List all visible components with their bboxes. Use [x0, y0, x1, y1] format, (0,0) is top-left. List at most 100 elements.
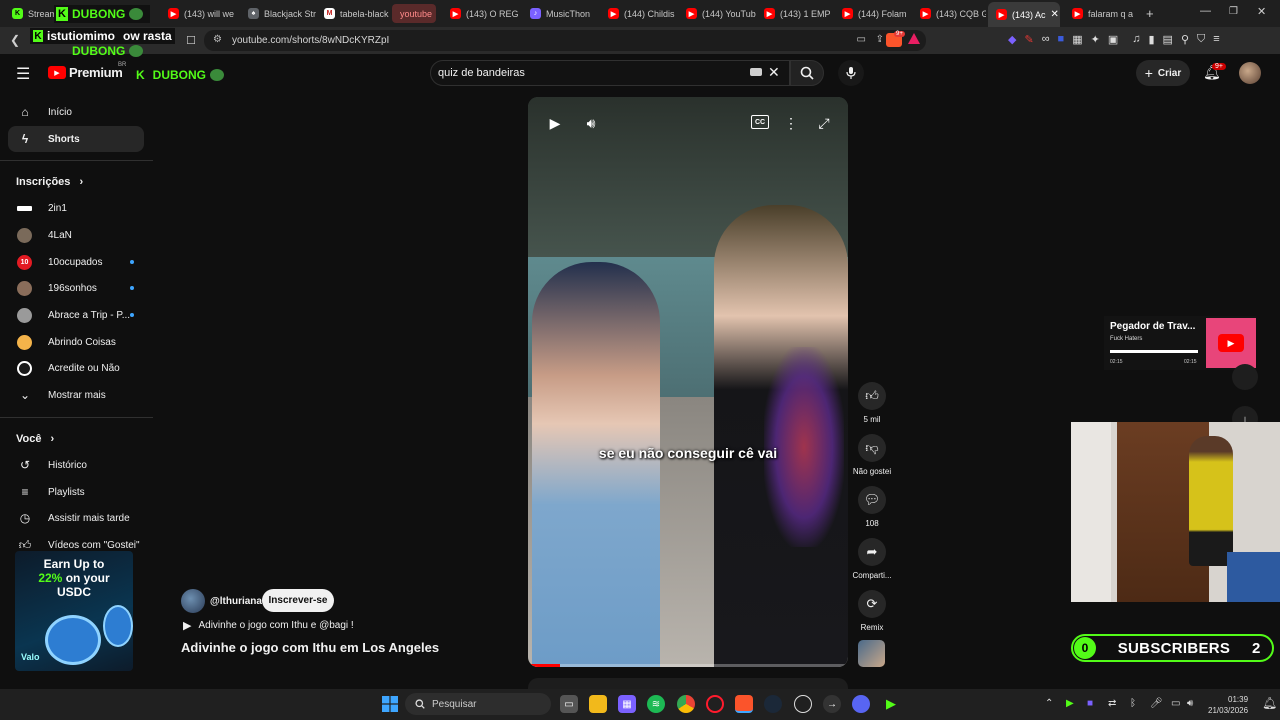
screenshot-icon[interactable]: ▣ — [1108, 33, 1118, 46]
short-title[interactable]: Adivinhe o jogo com Ithu em Los Angeles — [181, 640, 439, 655]
taskbar-search[interactable]: Pesquisar — [405, 693, 551, 715]
dislike-button[interactable]: 👎︎ Não gostei — [852, 434, 892, 476]
show-more-button[interactable]: ⌄ Mostrar mais — [8, 382, 144, 408]
tab-1-emp[interactable]: ▶ (143) 1 EMP — [756, 0, 834, 27]
ext-purple-icon[interactable]: ◆ — [1008, 33, 1016, 46]
brave-icon[interactable] — [735, 695, 753, 713]
wallet-icon[interactable]: ▤ — [1163, 33, 1173, 46]
create-button[interactable]: + Criar — [1136, 60, 1190, 86]
tab-childis[interactable]: ▶ (144) Childis — [600, 0, 678, 27]
play-icon[interactable]: ▶ — [546, 114, 564, 132]
menu-icon[interactable]: ≡ — [1213, 33, 1219, 46]
tab-cqb[interactable]: ▶ (143) CQB G — [912, 0, 986, 27]
sidebar-item-acredite-ou-nao[interactable]: Acredite ou Não — [8, 355, 144, 381]
tray-arrows-icon[interactable]: ⇄ — [1108, 698, 1116, 709]
share-page-icon[interactable]: ⇪ — [876, 34, 884, 45]
account-avatar[interactable] — [1239, 62, 1261, 84]
tray-kick-icon[interactable]: ▶ — [1066, 698, 1074, 709]
address-bar[interactable]: ⚙ youtube.com/shorts/8wNDcKYRZpI ▭ ⇪ ☆ — [204, 30, 926, 51]
volume-tray-icon[interactable]: 🔊︎ — [1187, 698, 1193, 709]
playlist-link[interactable]: ▶ Adivinhe o jogo com Ithu e @bagi ! — [183, 619, 354, 632]
tab-active-shorts[interactable]: ▶ (143) Ac ✕ — [988, 2, 1060, 27]
tab-falaram[interactable]: ▶ falaram q a — [1064, 0, 1142, 27]
tab-folam[interactable]: ▶ (144) Folam — [834, 0, 912, 27]
spotify-icon[interactable]: ≋ — [647, 695, 665, 713]
cast-icon[interactable]: ▭ — [857, 34, 866, 45]
you-header[interactable]: Você › — [16, 433, 54, 445]
hamburger-menu-icon[interactable]: ☰ — [16, 64, 30, 84]
tray-mic-icon[interactable]: 🎤︎ — [1150, 698, 1163, 709]
sidebar-item-abrindo-coisas[interactable]: Abrindo Coisas — [8, 329, 144, 355]
back-icon[interactable]: ❮ — [8, 32, 22, 48]
bookmark-icon[interactable]: ☐ — [184, 32, 198, 48]
share-button[interactable]: ➦ Comparti... — [852, 538, 892, 580]
sidebar-toggle-icon[interactable]: ▮ — [1148, 33, 1154, 46]
video-progress-track[interactable] — [528, 664, 848, 667]
search-input[interactable] — [438, 63, 738, 83]
sidebar-item-2in1[interactable]: 2in1 — [8, 195, 144, 221]
captions-icon[interactable]: CC — [751, 115, 769, 129]
channel-name[interactable]: @lthuriana — [210, 596, 262, 607]
sidebar-item-history[interactable]: ↺ Histórico — [8, 452, 144, 478]
tray-app-icon[interactable]: ■ — [1087, 698, 1093, 709]
close-tab-icon[interactable]: ✕ — [1051, 9, 1059, 20]
ext-blue-icon[interactable]: ■ — [1058, 33, 1065, 46]
tab-o-reg[interactable]: ▶ (143) O REG — [442, 0, 520, 27]
tab-musicthon[interactable]: ♪ MusicThon — [522, 0, 600, 27]
shield-icon[interactable]: ⛉ — [1197, 33, 1205, 46]
close-window-icon[interactable]: ✕ — [1257, 5, 1266, 18]
sidebar-item-abrace-a-trip[interactable]: Abrace a Trip - P... — [8, 302, 144, 328]
youtube-logo[interactable]: ▶ Premium BR — [48, 62, 126, 80]
windows-start-icon[interactable] — [381, 695, 399, 713]
site-info-icon[interactable]: ⚙ — [213, 34, 222, 45]
clear-search-icon[interactable]: ✕ — [768, 64, 780, 81]
more-options-icon[interactable]: ⋮ — [784, 114, 798, 132]
tab-group-youtube[interactable]: youtube — [392, 4, 436, 23]
subscriptions-header[interactable]: Inscrições › — [16, 176, 83, 188]
like-button[interactable]: 👍︎ 5 mil — [852, 382, 892, 424]
obs-icon[interactable] — [794, 695, 812, 713]
steam-icon[interactable] — [764, 695, 782, 713]
sidebar-item-home[interactable]: ⌂ Início — [8, 99, 144, 125]
notification-center-icon[interactable]: 🔔︎ — [1262, 696, 1277, 710]
discord-icon[interactable] — [852, 695, 870, 713]
shorts-video-player[interactable]: se eu não conseguir cê vai — [528, 97, 848, 667]
chrome-icon[interactable] — [677, 695, 695, 713]
network-icon[interactable]: ▭ — [1171, 698, 1180, 709]
comments-button[interactable]: 💬︎ 108 — [852, 486, 892, 528]
sidebar-item-playlists[interactable]: ≡ Playlists — [8, 479, 144, 505]
kick-app-icon[interactable]: ▶ — [882, 695, 900, 713]
sidebar-item-4lan[interactable]: 4LaN — [8, 222, 144, 248]
vpn-icon[interactable]: ⚲ — [1181, 33, 1189, 46]
clock[interactable]: 01:39 21/03/2026 — [1208, 694, 1248, 716]
sidebar-item-watch-later[interactable]: ◷ Assistir mais tarde — [8, 505, 144, 531]
tray-chevron-up-icon[interactable]: ⌃ — [1045, 698, 1053, 709]
fullscreen-icon[interactable]: ⤢ — [815, 114, 833, 132]
new-tab-button[interactable]: + — [1146, 6, 1154, 21]
ext-glasses-icon[interactable]: ∞ — [1042, 33, 1050, 46]
restore-icon[interactable]: ❐ — [1229, 6, 1238, 17]
search-button[interactable] — [790, 60, 824, 86]
tab-youtub[interactable]: ▶ (144) YouTub — [678, 0, 756, 27]
tab-tabela[interactable]: M tabela-black — [316, 0, 390, 27]
sound-thumbnail[interactable] — [858, 640, 885, 667]
voice-search-button[interactable] — [838, 60, 864, 86]
previous-short-button[interactable] — [1232, 364, 1258, 390]
puzzle-icon[interactable]: ✦ — [1091, 33, 1100, 46]
tab-will-we[interactable]: ▶ (143) will we — [160, 0, 238, 27]
app-grid-icon[interactable]: ▦ — [618, 695, 636, 713]
music-queue-icon[interactable]: ♫ — [1132, 33, 1140, 46]
ext-grid-icon[interactable]: ▦ — [1072, 33, 1082, 46]
ext-red-icon[interactable]: ✎ — [1024, 33, 1033, 46]
subscribe-button[interactable]: Inscrever-se — [262, 589, 334, 612]
minimize-icon[interactable]: — — [1200, 5, 1211, 17]
opera-icon[interactable] — [706, 695, 724, 713]
keyboard-icon[interactable] — [750, 68, 762, 76]
channel-avatar[interactable] — [181, 589, 205, 613]
tab-blackjack[interactable]: ♠ Blackjack Str — [240, 0, 316, 27]
brave-rewards-icon[interactable] — [908, 33, 920, 44]
volume-icon[interactable]: 🔊︎ — [582, 114, 600, 132]
media-app-icon[interactable]: → — [823, 695, 841, 713]
task-view-icon[interactable]: ▭ — [560, 695, 578, 713]
sidebar-item-10ocupados[interactable]: 10 10ocupados — [8, 249, 144, 275]
